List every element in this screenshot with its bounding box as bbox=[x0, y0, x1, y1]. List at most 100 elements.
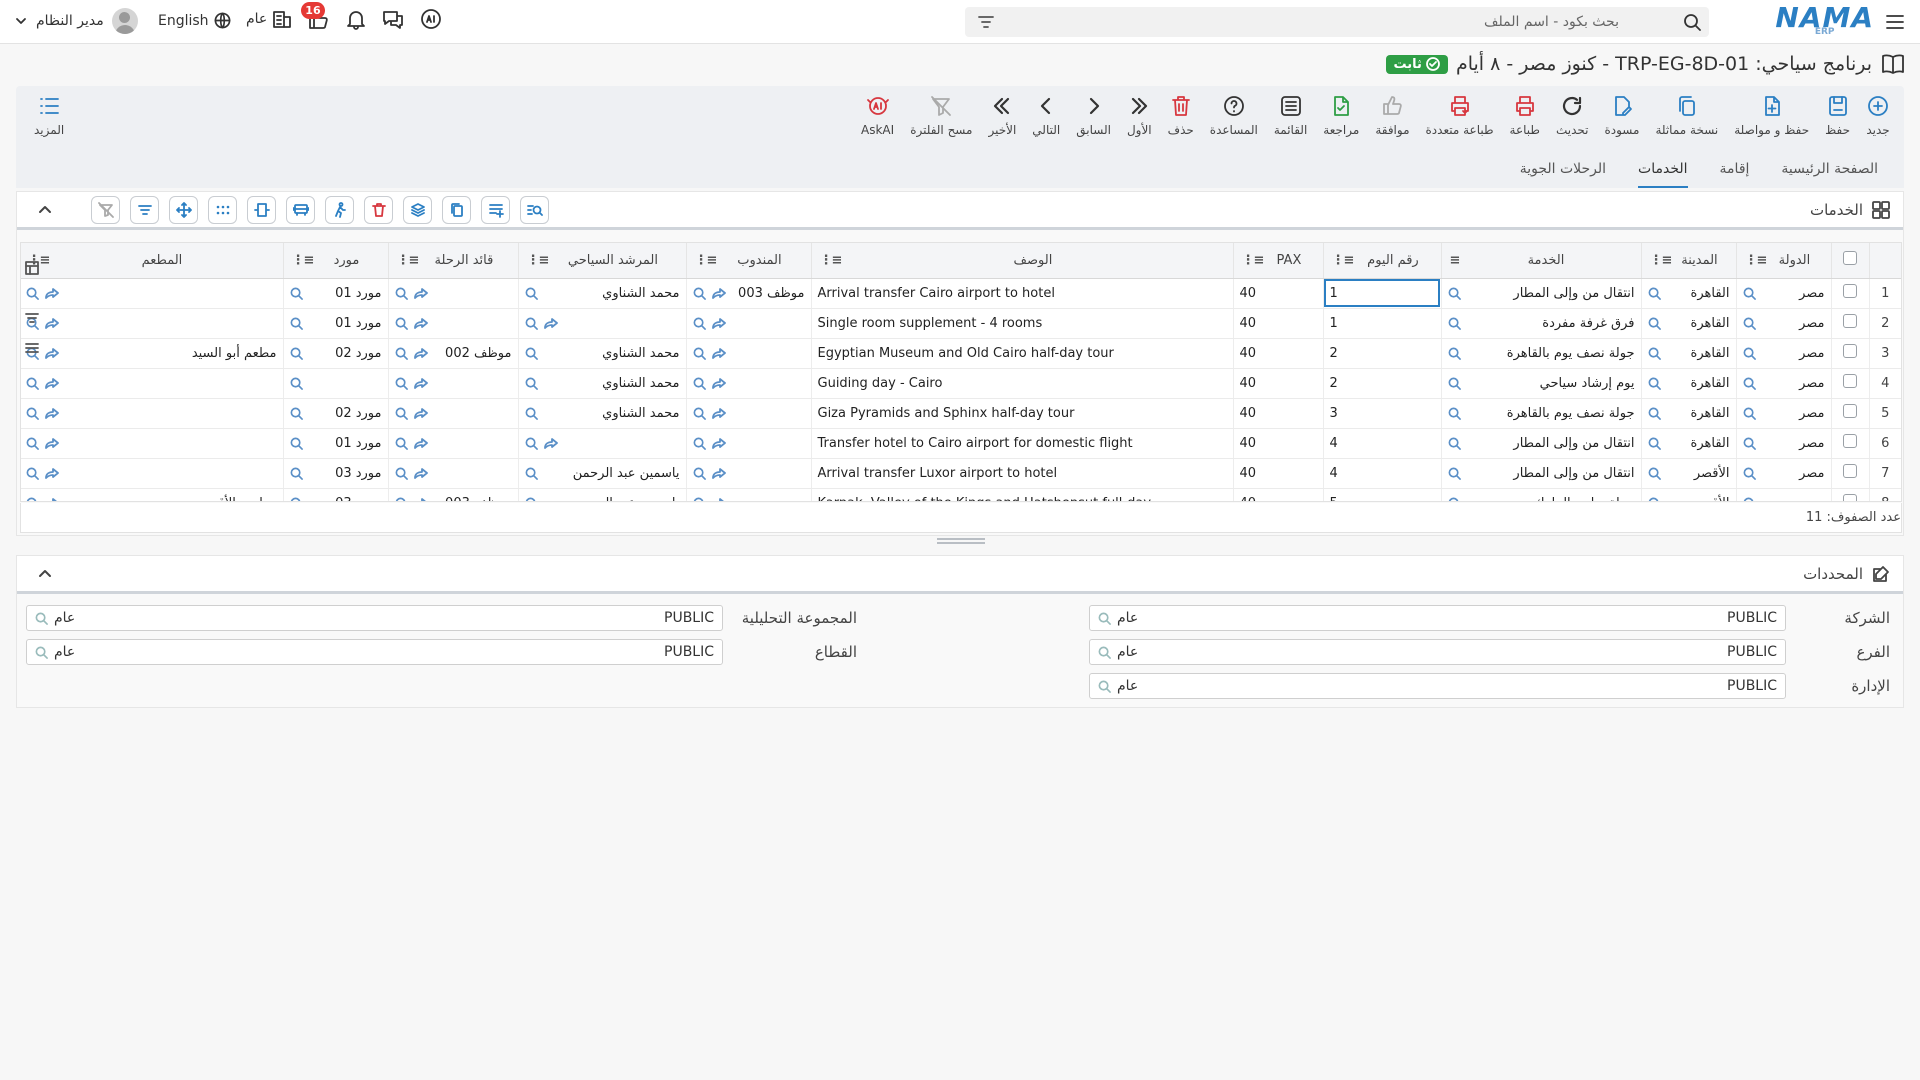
refresh-button[interactable]: تحديث bbox=[1548, 94, 1597, 137]
pax-cell[interactable]: 40 bbox=[1232, 308, 1323, 339]
column-menu-icon[interactable]: ⋮ bbox=[527, 253, 540, 268]
restaurant-cell[interactable]: مطعم بالأقصر bbox=[21, 488, 283, 501]
search-icon[interactable] bbox=[1683, 13, 1701, 31]
open-link-icon[interactable] bbox=[413, 317, 428, 330]
open-link-icon[interactable] bbox=[44, 347, 59, 360]
column-menu-icon[interactable]: ⋮ bbox=[1242, 253, 1255, 268]
lookup-search-icon[interactable] bbox=[1743, 347, 1756, 360]
service-cell[interactable]: يوم إرشاد سياحي bbox=[1440, 368, 1641, 399]
table-row[interactable]: 5 مصر القاهرة جولة نصف يوم بالقاهرة 3 40 Giza … bbox=[21, 398, 1901, 429]
lookup-search-icon[interactable] bbox=[395, 287, 408, 300]
row-checkbox[interactable] bbox=[1843, 314, 1857, 328]
lookup-search-icon[interactable] bbox=[1648, 377, 1661, 390]
lookup-search-icon[interactable] bbox=[1743, 377, 1756, 390]
rep-cell[interactable] bbox=[685, 428, 811, 459]
company-input[interactable]: PUBLIC عام bbox=[1089, 605, 1786, 631]
lookup-search-icon[interactable] bbox=[693, 347, 706, 360]
column-menu-icon[interactable]: ⋮ bbox=[397, 253, 410, 268]
city-cell[interactable]: القاهرة bbox=[1640, 278, 1736, 309]
open-link-icon[interactable] bbox=[711, 437, 726, 450]
description-cell[interactable]: Guiding day - Cairo bbox=[810, 368, 1233, 399]
lookup-search-icon[interactable] bbox=[693, 287, 706, 300]
table-row[interactable]: 2 مصر القاهرة فرق غرفة مفردة 1 40 Single room … bbox=[21, 308, 1901, 339]
row-checkbox[interactable] bbox=[1843, 374, 1857, 388]
country-cell[interactable]: مصر bbox=[1735, 488, 1831, 501]
lookup-search-icon[interactable] bbox=[35, 612, 48, 625]
save-button[interactable]: حفظ bbox=[1817, 94, 1858, 137]
bus-icon[interactable] bbox=[286, 195, 315, 224]
lookup-search-icon[interactable] bbox=[525, 497, 538, 501]
rep-cell[interactable] bbox=[685, 398, 811, 429]
restaurant-cell[interactable] bbox=[21, 458, 283, 489]
header-rep[interactable]: المندوب ≡ ⋮ bbox=[685, 243, 811, 279]
guide-cell[interactable]: ياسمين عبد الرحمن bbox=[517, 458, 686, 489]
lookup-search-icon[interactable] bbox=[1448, 377, 1461, 390]
lookup-search-icon[interactable] bbox=[290, 377, 303, 390]
lookup-search-icon[interactable] bbox=[26, 497, 39, 501]
day-cell[interactable]: 5 bbox=[1322, 488, 1441, 501]
hamburger-menu-icon[interactable] bbox=[1884, 11, 1906, 33]
lookup-search-icon[interactable] bbox=[1743, 437, 1756, 450]
restaurant-cell[interactable] bbox=[21, 278, 283, 309]
row-select-cell[interactable] bbox=[1830, 428, 1869, 459]
lookup-search-icon[interactable] bbox=[395, 497, 408, 501]
column-menu-icon[interactable]: ⋮ bbox=[292, 253, 305, 268]
restaurant-cell[interactable] bbox=[21, 428, 283, 459]
grid-clear-filter-icon[interactable] bbox=[91, 195, 120, 224]
open-link-icon[interactable] bbox=[413, 287, 428, 300]
row-select-cell[interactable] bbox=[1830, 368, 1869, 399]
lookup-search-icon[interactable] bbox=[1648, 287, 1661, 300]
column-filter-icon[interactable]: ≡ bbox=[1662, 253, 1673, 268]
lookup-search-icon[interactable] bbox=[290, 287, 303, 300]
approve-button[interactable]: موافقة bbox=[1367, 94, 1417, 137]
row-select-cell[interactable] bbox=[1830, 278, 1869, 309]
column-filter-icon[interactable]: ≡ bbox=[707, 253, 718, 268]
collapse-services-icon[interactable] bbox=[37, 202, 53, 218]
row-checkbox[interactable] bbox=[1843, 344, 1857, 358]
lookup-search-icon[interactable] bbox=[1448, 287, 1461, 300]
service-cell[interactable]: انتقال من وإلى المطار bbox=[1440, 458, 1641, 489]
lookup-search-icon[interactable] bbox=[693, 437, 706, 450]
city-cell[interactable]: القاهرة bbox=[1640, 398, 1736, 429]
user-menu[interactable]: مدير النظام bbox=[14, 8, 138, 34]
column-menu-icon[interactable]: ⋮ bbox=[1650, 253, 1663, 268]
branch-input[interactable]: PUBLIC عام bbox=[1089, 639, 1786, 665]
service-cell[interactable]: انتقال من وإلى المطار bbox=[1440, 278, 1641, 309]
lookup-search-icon[interactable] bbox=[1743, 467, 1756, 480]
pax-cell[interactable]: 40 bbox=[1232, 278, 1323, 309]
restaurant-cell[interactable] bbox=[21, 398, 283, 429]
select-all-checkbox[interactable] bbox=[1843, 251, 1857, 266]
country-cell[interactable]: مصر bbox=[1735, 308, 1831, 339]
pax-cell[interactable]: 40 bbox=[1232, 338, 1323, 369]
lookup-search-icon[interactable] bbox=[1448, 407, 1461, 420]
last-record-button[interactable]: الأخير bbox=[980, 94, 1024, 137]
open-link-icon[interactable] bbox=[44, 407, 59, 420]
open-link-icon[interactable] bbox=[413, 377, 428, 390]
lookup-search-icon[interactable] bbox=[1098, 646, 1111, 659]
lookup-search-icon[interactable] bbox=[395, 407, 408, 420]
scope-selector[interactable]: عام bbox=[246, 8, 293, 30]
search-rows-icon[interactable] bbox=[520, 195, 549, 224]
leader-cell[interactable] bbox=[387, 428, 518, 459]
service-cell[interactable]: جولة نصف يوم بالقاهرة bbox=[1440, 338, 1641, 369]
guide-cell[interactable]: محمد الشناوي bbox=[517, 368, 686, 399]
lookup-search-icon[interactable] bbox=[1743, 287, 1756, 300]
header-leader[interactable]: قائد الرحلة ≡ ⋮ bbox=[387, 243, 518, 279]
open-link-icon[interactable] bbox=[543, 317, 558, 330]
lookup-search-icon[interactable] bbox=[693, 467, 706, 480]
supplier-cell[interactable]: مورد 02 bbox=[282, 398, 388, 429]
column-menu-icon[interactable]: ⋮ bbox=[1332, 253, 1345, 268]
lookup-search-icon[interactable] bbox=[290, 347, 303, 360]
supplier-cell[interactable]: مورد 03 bbox=[282, 488, 388, 501]
tab-services[interactable]: الخدمات bbox=[1638, 152, 1688, 188]
lookup-search-icon[interactable] bbox=[290, 497, 303, 501]
leader-cell[interactable]: موظف 003 bbox=[387, 488, 518, 501]
supplier-cell[interactable]: مورد 03 bbox=[282, 458, 388, 489]
search-input[interactable] bbox=[1059, 14, 1619, 30]
column-filter-icon[interactable]: ≡ bbox=[409, 253, 420, 268]
lookup-search-icon[interactable] bbox=[26, 407, 39, 420]
column-filter-icon[interactable]: ≡ bbox=[1254, 253, 1265, 268]
column-filter-icon[interactable]: ≡ bbox=[1450, 253, 1461, 268]
description-cell[interactable]: Arrival transfer Luxor airport to hotel bbox=[810, 458, 1233, 489]
lookup-search-icon[interactable] bbox=[525, 437, 538, 450]
